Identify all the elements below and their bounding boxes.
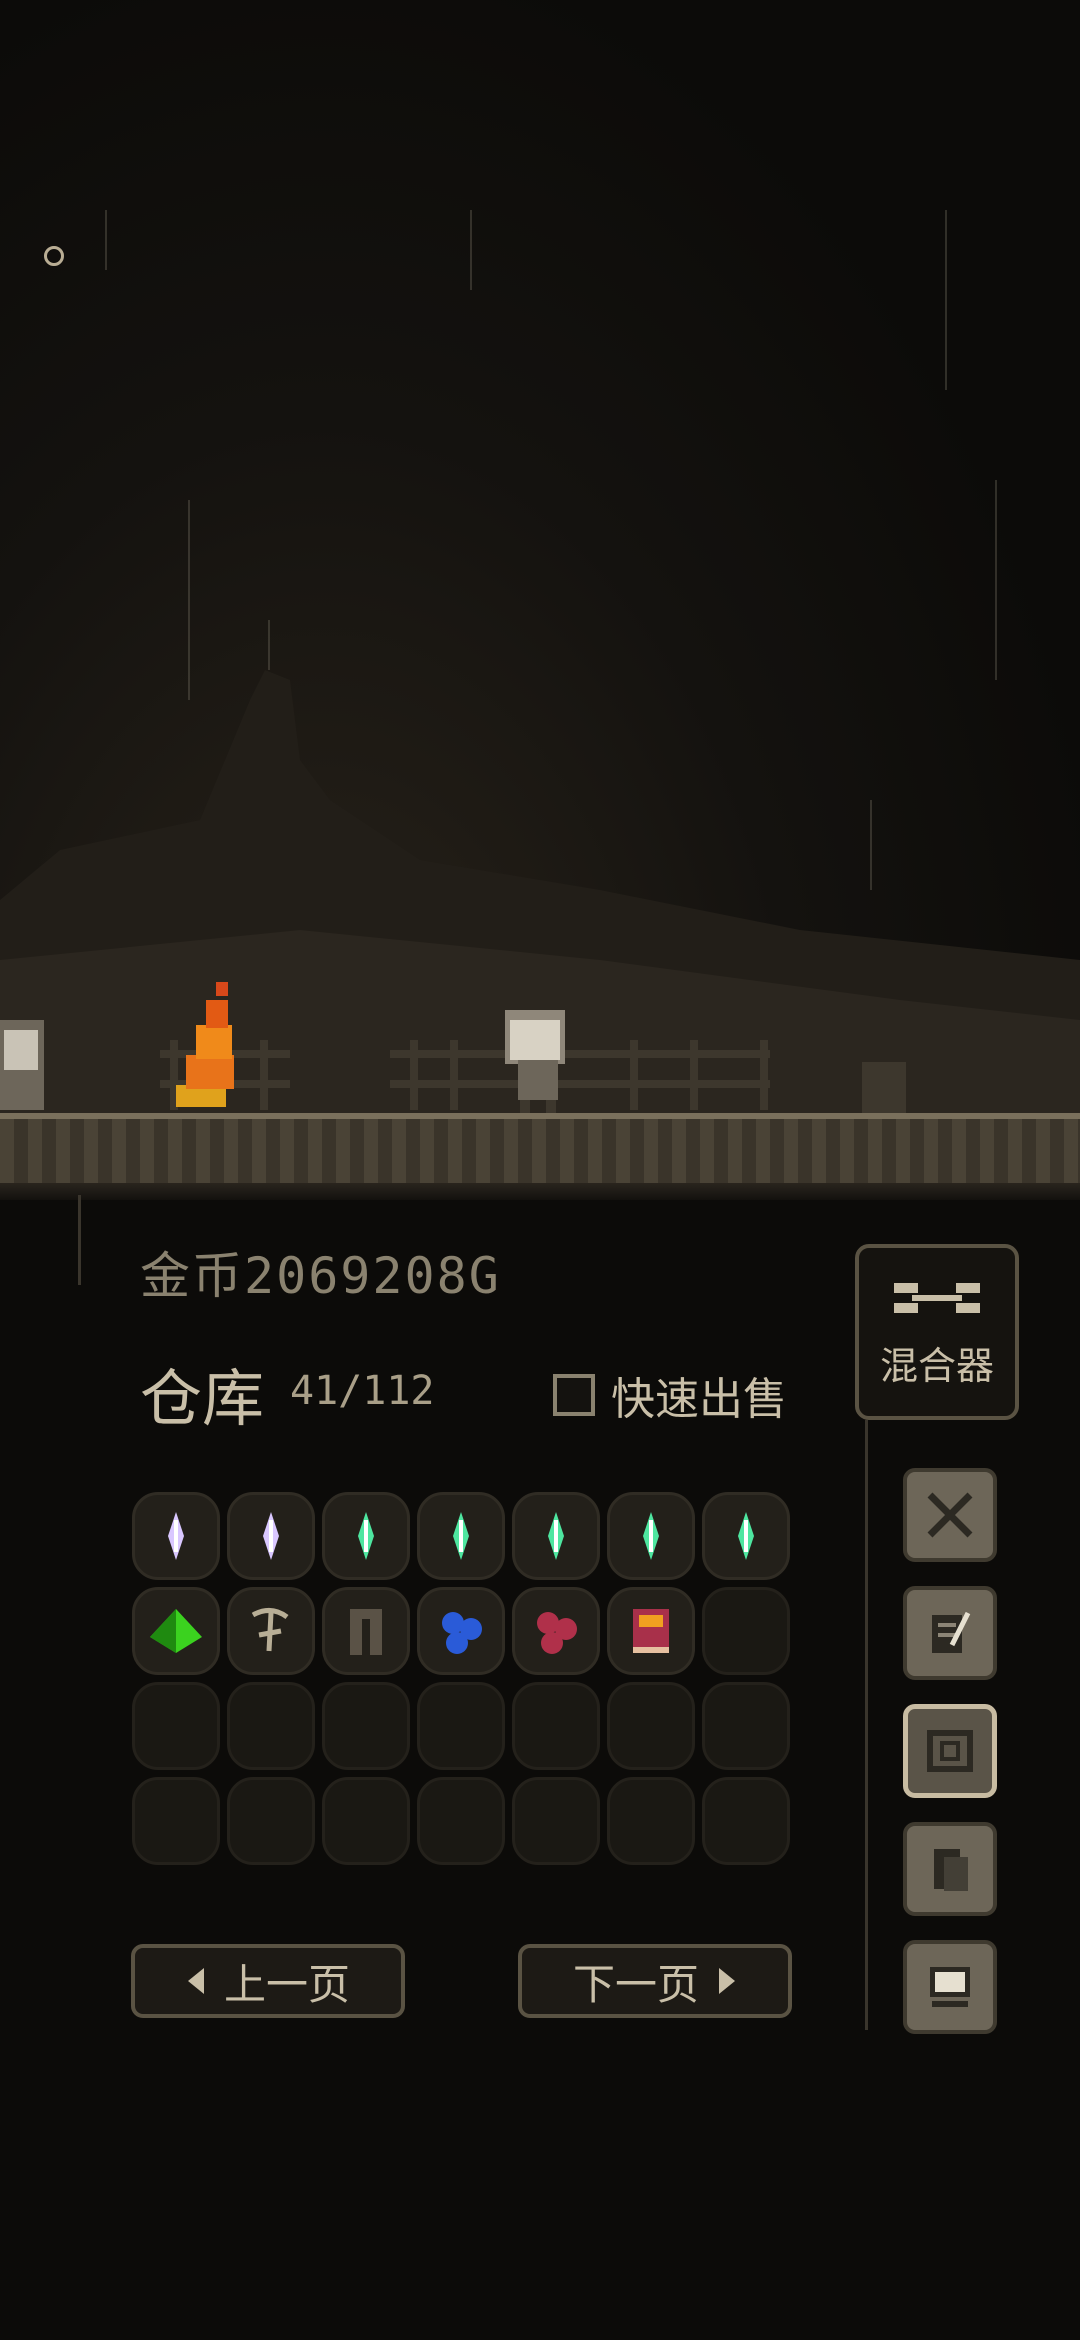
inventory-slot-empty[interactable]	[702, 1587, 790, 1675]
tab-quests[interactable]	[903, 1586, 997, 1680]
storage-title: 仓库	[140, 1362, 265, 1435]
prev-page-button[interactable]: 上一页	[131, 1944, 405, 2018]
next-page-label: 下一页	[572, 1959, 699, 2009]
quick-sell-label: 快速出售	[611, 1374, 787, 1425]
mixer-button[interactable]: 混合器	[855, 1244, 1019, 1420]
inventory-slot[interactable]	[132, 1492, 220, 1580]
prev-page-label: 上一页	[223, 1959, 350, 2009]
inventory-slot[interactable]	[227, 1587, 315, 1675]
green-crystal-icon	[358, 1512, 374, 1560]
ground	[0, 1113, 1080, 1189]
inventory-slot-empty[interactable]	[322, 1682, 410, 1770]
tab-computer[interactable]	[903, 1940, 997, 2034]
computer-icon	[930, 1967, 970, 2007]
inventory-slot[interactable]	[417, 1492, 505, 1580]
tab-documents[interactable]	[903, 1822, 997, 1916]
green-crystal-icon	[453, 1512, 469, 1560]
panel-divider	[865, 1420, 868, 2030]
inventory-slot-empty[interactable]	[702, 1682, 790, 1770]
game-scene	[0, 0, 1080, 1200]
inventory-slot-empty[interactable]	[227, 1682, 315, 1770]
storage-count: 41/112	[290, 1368, 435, 1414]
inventory-slot-empty[interactable]	[607, 1777, 695, 1865]
inventory-slot[interactable]	[512, 1492, 600, 1580]
inventory-slot-empty[interactable]	[512, 1777, 600, 1865]
inventory-slot-empty[interactable]	[132, 1777, 220, 1865]
arrow-left-icon	[187, 1968, 204, 1994]
side-tab-bar	[903, 1468, 997, 2034]
tab-equipment[interactable]	[903, 1468, 997, 1562]
green-pyramid-icon	[150, 1609, 202, 1653]
bone-shard-icon	[251, 1608, 289, 1652]
tab-storage[interactable]	[903, 1704, 997, 1798]
inventory-slot[interactable]	[227, 1492, 315, 1580]
inventory-slot[interactable]	[417, 1587, 505, 1675]
documents-icon	[934, 1849, 968, 1891]
red-berries-icon	[537, 1612, 577, 1654]
inventory-slot-empty[interactable]	[512, 1682, 600, 1770]
gold-amount: 金币2069208G	[140, 1247, 501, 1305]
green-crystal-icon	[738, 1512, 754, 1560]
inventory-grid	[132, 1492, 790, 1865]
arrow-right-icon	[719, 1968, 735, 1994]
quick-sell-toggle[interactable]: 快速出售	[553, 1363, 787, 1427]
swords-icon	[927, 1492, 973, 1538]
scroll-icon	[932, 1611, 971, 1653]
cave-backdrop	[0, 670, 1080, 1120]
storage-box-icon	[927, 1730, 973, 1772]
inventory-slot[interactable]	[702, 1492, 790, 1580]
inventory-slot-empty[interactable]	[607, 1682, 695, 1770]
inventory-slot[interactable]	[322, 1587, 410, 1675]
inventory-slot[interactable]	[132, 1587, 220, 1675]
purple-crystal-icon	[168, 1512, 184, 1560]
purple-crystal-icon	[263, 1512, 279, 1560]
inventory-slot-empty[interactable]	[702, 1777, 790, 1865]
inventory-slot[interactable]	[607, 1587, 695, 1675]
inventory-slot[interactable]	[607, 1492, 695, 1580]
inventory-slot-empty[interactable]	[132, 1682, 220, 1770]
inventory-slot-empty[interactable]	[417, 1682, 505, 1770]
green-crystal-icon	[548, 1512, 564, 1560]
inventory-slot[interactable]	[512, 1587, 600, 1675]
green-crystal-icon	[643, 1512, 659, 1560]
blue-berries-icon	[442, 1612, 482, 1654]
mixer-label: 混合器	[879, 1343, 994, 1388]
crossed-wrenches-icon	[894, 1282, 980, 1313]
red-book-icon	[633, 1609, 669, 1653]
inventory-slot-empty[interactable]	[417, 1777, 505, 1865]
quick-sell-checkbox[interactable]	[553, 1374, 595, 1416]
next-page-button[interactable]: 下一页	[518, 1944, 792, 2018]
inventory-slot-empty[interactable]	[322, 1777, 410, 1865]
inventory-slot[interactable]	[322, 1492, 410, 1580]
inventory-slot-empty[interactable]	[227, 1777, 315, 1865]
dark-pants-icon	[350, 1609, 382, 1655]
